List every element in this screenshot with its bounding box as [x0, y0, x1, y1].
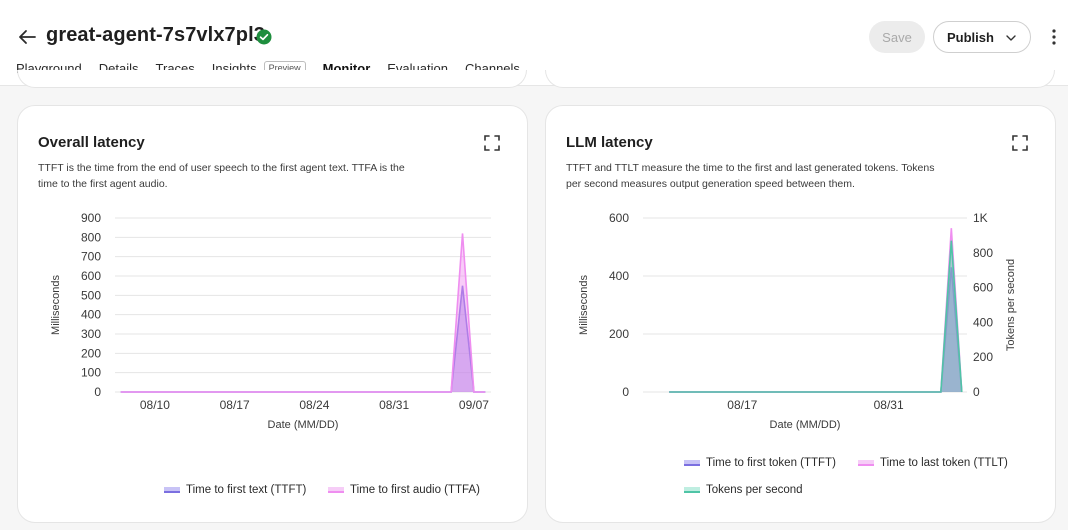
llm-latency-card: LLM latency TTFT and TTLT measure the ti…: [545, 105, 1056, 523]
verified-check-icon: [256, 29, 272, 45]
x-tick-label: 08/24: [299, 398, 329, 412]
y-tick-label: 600: [609, 211, 629, 225]
y-tick-label: 200: [609, 327, 629, 341]
kebab-menu-icon[interactable]: [1046, 27, 1062, 47]
series-line-0: [669, 267, 963, 393]
legend-item-ttfa[interactable]: Time to first audio (TTFA): [328, 484, 480, 496]
y-right-tick-label: 600: [973, 281, 993, 295]
x-tick-label: 08/31: [874, 398, 904, 412]
agent-title: great-agent-7s7vlx7pl3: [46, 24, 265, 46]
series-area-2: [669, 240, 962, 392]
previous-card-left: [17, 70, 527, 88]
y-tick-label: 0: [94, 385, 101, 399]
y-right-tick-label: 1K: [973, 211, 988, 225]
y-tick-label: 400: [609, 269, 629, 283]
save-button[interactable]: Save: [869, 21, 925, 53]
series-area-0: [669, 267, 962, 392]
y-tick-label: 500: [81, 288, 101, 302]
legend-item-ttft[interactable]: Time to first text (TTFT): [164, 484, 306, 496]
back-arrow-icon[interactable]: [15, 25, 39, 49]
previous-card-right: [545, 70, 1055, 88]
legend-label: Time to last token (TTLT): [880, 457, 1008, 469]
x-tick-label: 08/31: [379, 398, 409, 412]
y-tick-label: 300: [81, 327, 101, 341]
series-line-0: [120, 285, 486, 393]
overall-latency-card: Overall latency TTFT is the time from th…: [17, 105, 528, 523]
legend-swatch: [684, 460, 700, 466]
legend-label: Time to first token (TTFT): [706, 457, 836, 469]
series-area-0: [120, 285, 486, 392]
series-line-1: [120, 233, 486, 393]
y-tick-label: 200: [81, 346, 101, 360]
y-axis-label: Milliseconds: [578, 275, 590, 335]
y-axis-label: Milliseconds: [50, 275, 62, 335]
legend-label: Time to first audio (TTFA): [350, 484, 480, 496]
legend-item-ttft[interactable]: Time to first token (TTFT): [684, 457, 836, 469]
legend-swatch: [684, 487, 700, 493]
legend-swatch: [328, 487, 344, 493]
y-tick-label: 800: [81, 230, 101, 244]
chevron-down-icon: [1006, 35, 1016, 41]
x-tick-label: 09/07: [459, 398, 489, 412]
publish-label: Publish: [947, 29, 994, 45]
publish-button[interactable]: Publish: [933, 21, 1031, 53]
x-axis-label: Date (MM/DD): [268, 419, 339, 431]
overall-latency-chart: 0 100 200 300 400 500 600 700 800 900 08/10 08/17 08…: [50, 211, 491, 431]
y-right-tick-label: 800: [973, 246, 993, 260]
series-line-2: [669, 240, 963, 393]
y-tick-label: 0: [622, 385, 629, 399]
y-right-tick-label: 400: [973, 315, 993, 329]
y-tick-label: 100: [81, 366, 101, 380]
y-tick-label: 600: [81, 269, 101, 283]
legend-swatch: [164, 487, 180, 493]
y-right-tick-label: 0: [973, 385, 980, 399]
x-tick-label: 08/17: [727, 398, 757, 412]
y-tick-label: 700: [81, 250, 101, 264]
legend-item-ttlt[interactable]: Time to last token (TTLT): [858, 457, 1008, 469]
legend-label: Time to first text (TTFT): [186, 484, 307, 496]
legend-label: Tokens per second: [706, 484, 803, 496]
x-axis-label: Date (MM/DD): [770, 419, 841, 431]
series-area-1: [120, 233, 486, 392]
x-tick-label: 08/17: [220, 398, 250, 412]
series-area-1: [669, 228, 962, 392]
x-tick-label: 08/10: [140, 398, 170, 412]
legend-swatch: [858, 460, 874, 466]
y-tick-label: 900: [81, 211, 101, 225]
y-right-axis-label: Tokens per second: [1005, 259, 1017, 351]
y-tick-label: 400: [81, 308, 101, 322]
y-right-tick-label: 200: [973, 350, 993, 364]
legend-item-tps[interactable]: Tokens per second: [684, 484, 803, 496]
series-line-1: [669, 228, 963, 393]
